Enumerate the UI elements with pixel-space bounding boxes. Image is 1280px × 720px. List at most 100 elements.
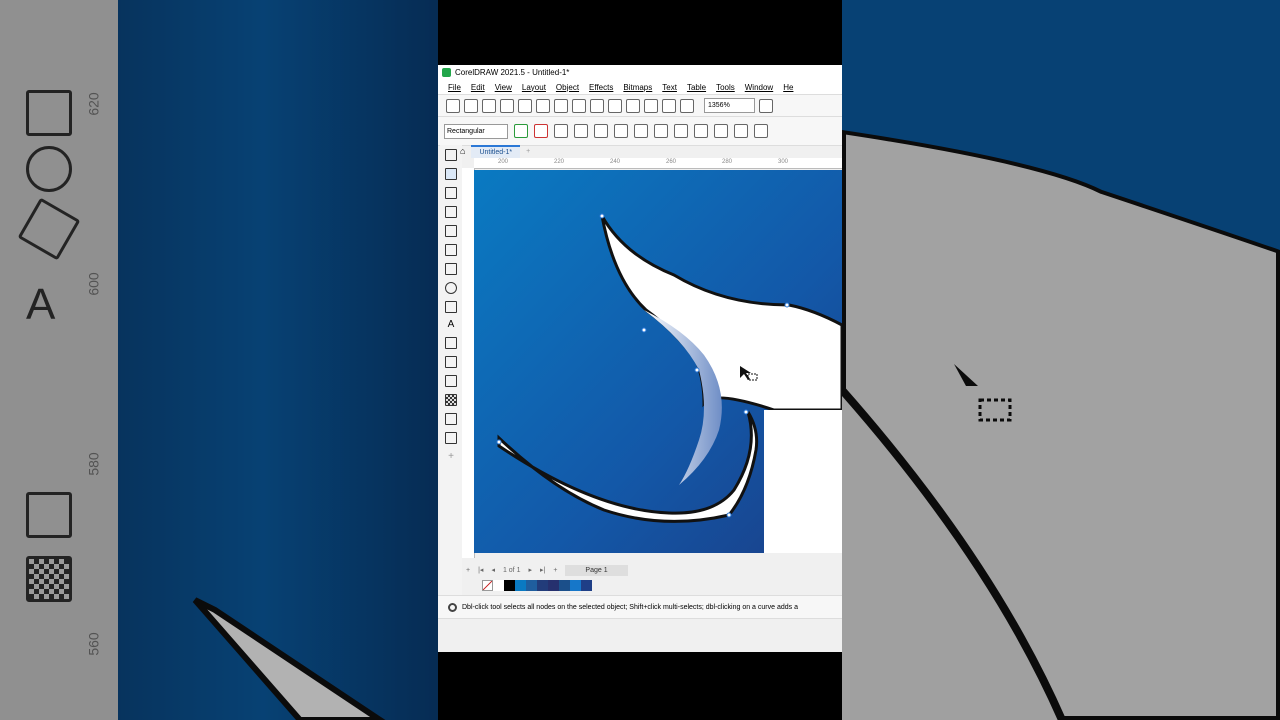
cut-icon[interactable] <box>554 98 568 113</box>
print-icon[interactable] <box>536 98 550 113</box>
polygon-tool-icon[interactable] <box>445 301 457 313</box>
home-icon[interactable]: ⌂ <box>460 146 465 156</box>
menu-table[interactable]: Table <box>687 83 706 92</box>
menu-text[interactable]: Text <box>662 83 677 92</box>
zoom-level-input[interactable]: 1356% <box>704 98 755 113</box>
gear-icon[interactable] <box>448 602 457 612</box>
menu-effects[interactable]: Effects <box>589 83 613 92</box>
convert-to-curve-icon[interactable] <box>614 124 628 138</box>
copy-icon[interactable] <box>572 98 586 113</box>
color-swatch[interactable] <box>504 580 515 591</box>
convert-to-line-icon[interactable] <box>594 124 608 138</box>
selection-mode-select[interactable]: Rectangular <box>444 123 508 139</box>
connector-tool-icon[interactable] <box>445 356 457 368</box>
pan-tool-icon[interactable] <box>445 206 457 218</box>
ruler-tick-label: 260 <box>666 159 677 165</box>
menu-object[interactable]: Object <box>556 83 579 92</box>
add-tool-icon[interactable]: + <box>448 451 454 462</box>
freehand-tool-icon[interactable] <box>445 244 457 256</box>
menu-bitmaps[interactable]: Bitmaps <box>623 83 652 92</box>
undo-icon[interactable] <box>608 98 622 113</box>
status-hint: Dbl-click tool selects all nodes on the … <box>462 603 798 611</box>
publish-pdf-icon[interactable] <box>680 98 694 113</box>
document-tabs: ⌂ Untitled-1* + <box>460 144 842 158</box>
menu-file[interactable]: File <box>448 83 461 92</box>
rectangle-tool-icon[interactable] <box>445 263 457 275</box>
cusp-node-icon[interactable] <box>634 124 648 138</box>
color-swatch[interactable] <box>548 580 559 591</box>
export-icon[interactable] <box>662 98 676 113</box>
coreldraw-logo-icon <box>442 68 451 77</box>
redo-icon[interactable] <box>626 98 640 113</box>
ruler-tick-label: 200 <box>498 159 509 165</box>
pick-tool-icon[interactable] <box>445 149 457 161</box>
cloud-icon[interactable] <box>518 98 532 113</box>
first-page-icon[interactable]: |◂ <box>478 566 483 574</box>
last-page-icon[interactable]: ▸| <box>540 566 545 574</box>
import-icon[interactable] <box>644 98 658 113</box>
symmetrical-node-icon[interactable] <box>674 124 688 138</box>
interactive-fill-tool-icon[interactable] <box>445 432 457 444</box>
new-tab-icon[interactable]: + <box>526 148 530 155</box>
next-page-icon[interactable]: ▸ <box>528 566 532 574</box>
page-navigator: + |◂ ◂ 1 of 1 ▸ ▸| + Page 1 <box>462 562 842 578</box>
drop-shadow-tool-icon[interactable] <box>445 375 457 387</box>
eyedropper-tool-icon[interactable] <box>445 413 457 425</box>
delete-node-icon[interactable] <box>534 124 548 138</box>
document-tab[interactable]: Untitled-1* <box>471 144 521 158</box>
paste-icon[interactable] <box>590 98 604 113</box>
ruler-tick-label: 240 <box>610 159 621 165</box>
smooth-node-icon[interactable] <box>654 124 668 138</box>
no-color-swatch[interactable] <box>482 580 493 591</box>
menu-layout[interactable]: Layout <box>522 83 546 92</box>
blurred-background-left: A 620 600 580 560 <box>0 0 438 720</box>
menu-view[interactable]: View <box>495 83 512 92</box>
artwork[interactable] <box>474 170 842 553</box>
open-icon[interactable] <box>464 98 478 113</box>
add-page-end-icon[interactable]: + <box>553 567 557 574</box>
color-swatch[interactable] <box>581 580 592 591</box>
menu-tools[interactable]: Tools <box>716 83 735 92</box>
color-swatch[interactable] <box>570 580 581 591</box>
new-document-icon[interactable] <box>446 98 460 113</box>
status-bar: Dbl-click tool selects all nodes on the … <box>438 595 842 619</box>
ruler-tick-label: 300 <box>778 159 789 165</box>
menu-window[interactable]: Window <box>745 83 773 92</box>
ruler-tick-label: 280 <box>722 159 733 165</box>
pen-tool-icon[interactable] <box>445 225 457 237</box>
prev-page-icon[interactable]: ◂ <box>491 566 495 574</box>
menu-bar: File Edit View Layout Object Effects Bit… <box>438 80 842 95</box>
text-tool-icon[interactable]: A <box>446 320 456 330</box>
blurred-background-right <box>842 0 1280 720</box>
coreldraw-window: CorelDRAW 2021.5 - Untitled-1* File Edit… <box>438 65 842 652</box>
reverse-direction-icon[interactable] <box>694 124 708 138</box>
transparency-tool-icon[interactable] <box>445 394 457 406</box>
color-swatch[interactable] <box>493 580 504 591</box>
parallel-dimension-tool-icon[interactable] <box>445 337 457 349</box>
standard-toolbar: 1356% <box>438 95 842 117</box>
page-tab[interactable]: Page 1 <box>565 564 628 576</box>
color-swatch[interactable] <box>515 580 526 591</box>
ellipse-tool-icon[interactable] <box>445 282 457 294</box>
save-icon[interactable] <box>482 98 496 113</box>
title-bar: CorelDRAW 2021.5 - Untitled-1* <box>438 65 842 80</box>
add-node-icon[interactable] <box>514 124 528 138</box>
shape-tool-icon[interactable] <box>445 168 457 180</box>
color-swatch[interactable] <box>559 580 570 591</box>
page-count: 1 of 1 <box>502 566 521 574</box>
window-title: CorelDRAW 2021.5 - Untitled-1* <box>455 68 570 77</box>
cloud-upload-icon[interactable] <box>500 98 514 113</box>
menu-help[interactable]: He <box>783 83 793 92</box>
color-swatch[interactable] <box>526 580 537 591</box>
join-nodes-icon[interactable] <box>554 124 568 138</box>
crop-tool-icon[interactable] <box>445 187 457 199</box>
drawing-canvas[interactable] <box>474 170 842 553</box>
full-screen-icon[interactable] <box>759 98 773 113</box>
extract-subpath-icon[interactable] <box>754 124 768 138</box>
break-curve-icon[interactable] <box>574 124 588 138</box>
extend-curve-icon[interactable] <box>714 124 728 138</box>
color-swatch[interactable] <box>537 580 548 591</box>
close-curve-icon[interactable] <box>734 124 748 138</box>
add-page-icon[interactable]: + <box>466 567 470 574</box>
menu-edit[interactable]: Edit <box>471 83 485 92</box>
